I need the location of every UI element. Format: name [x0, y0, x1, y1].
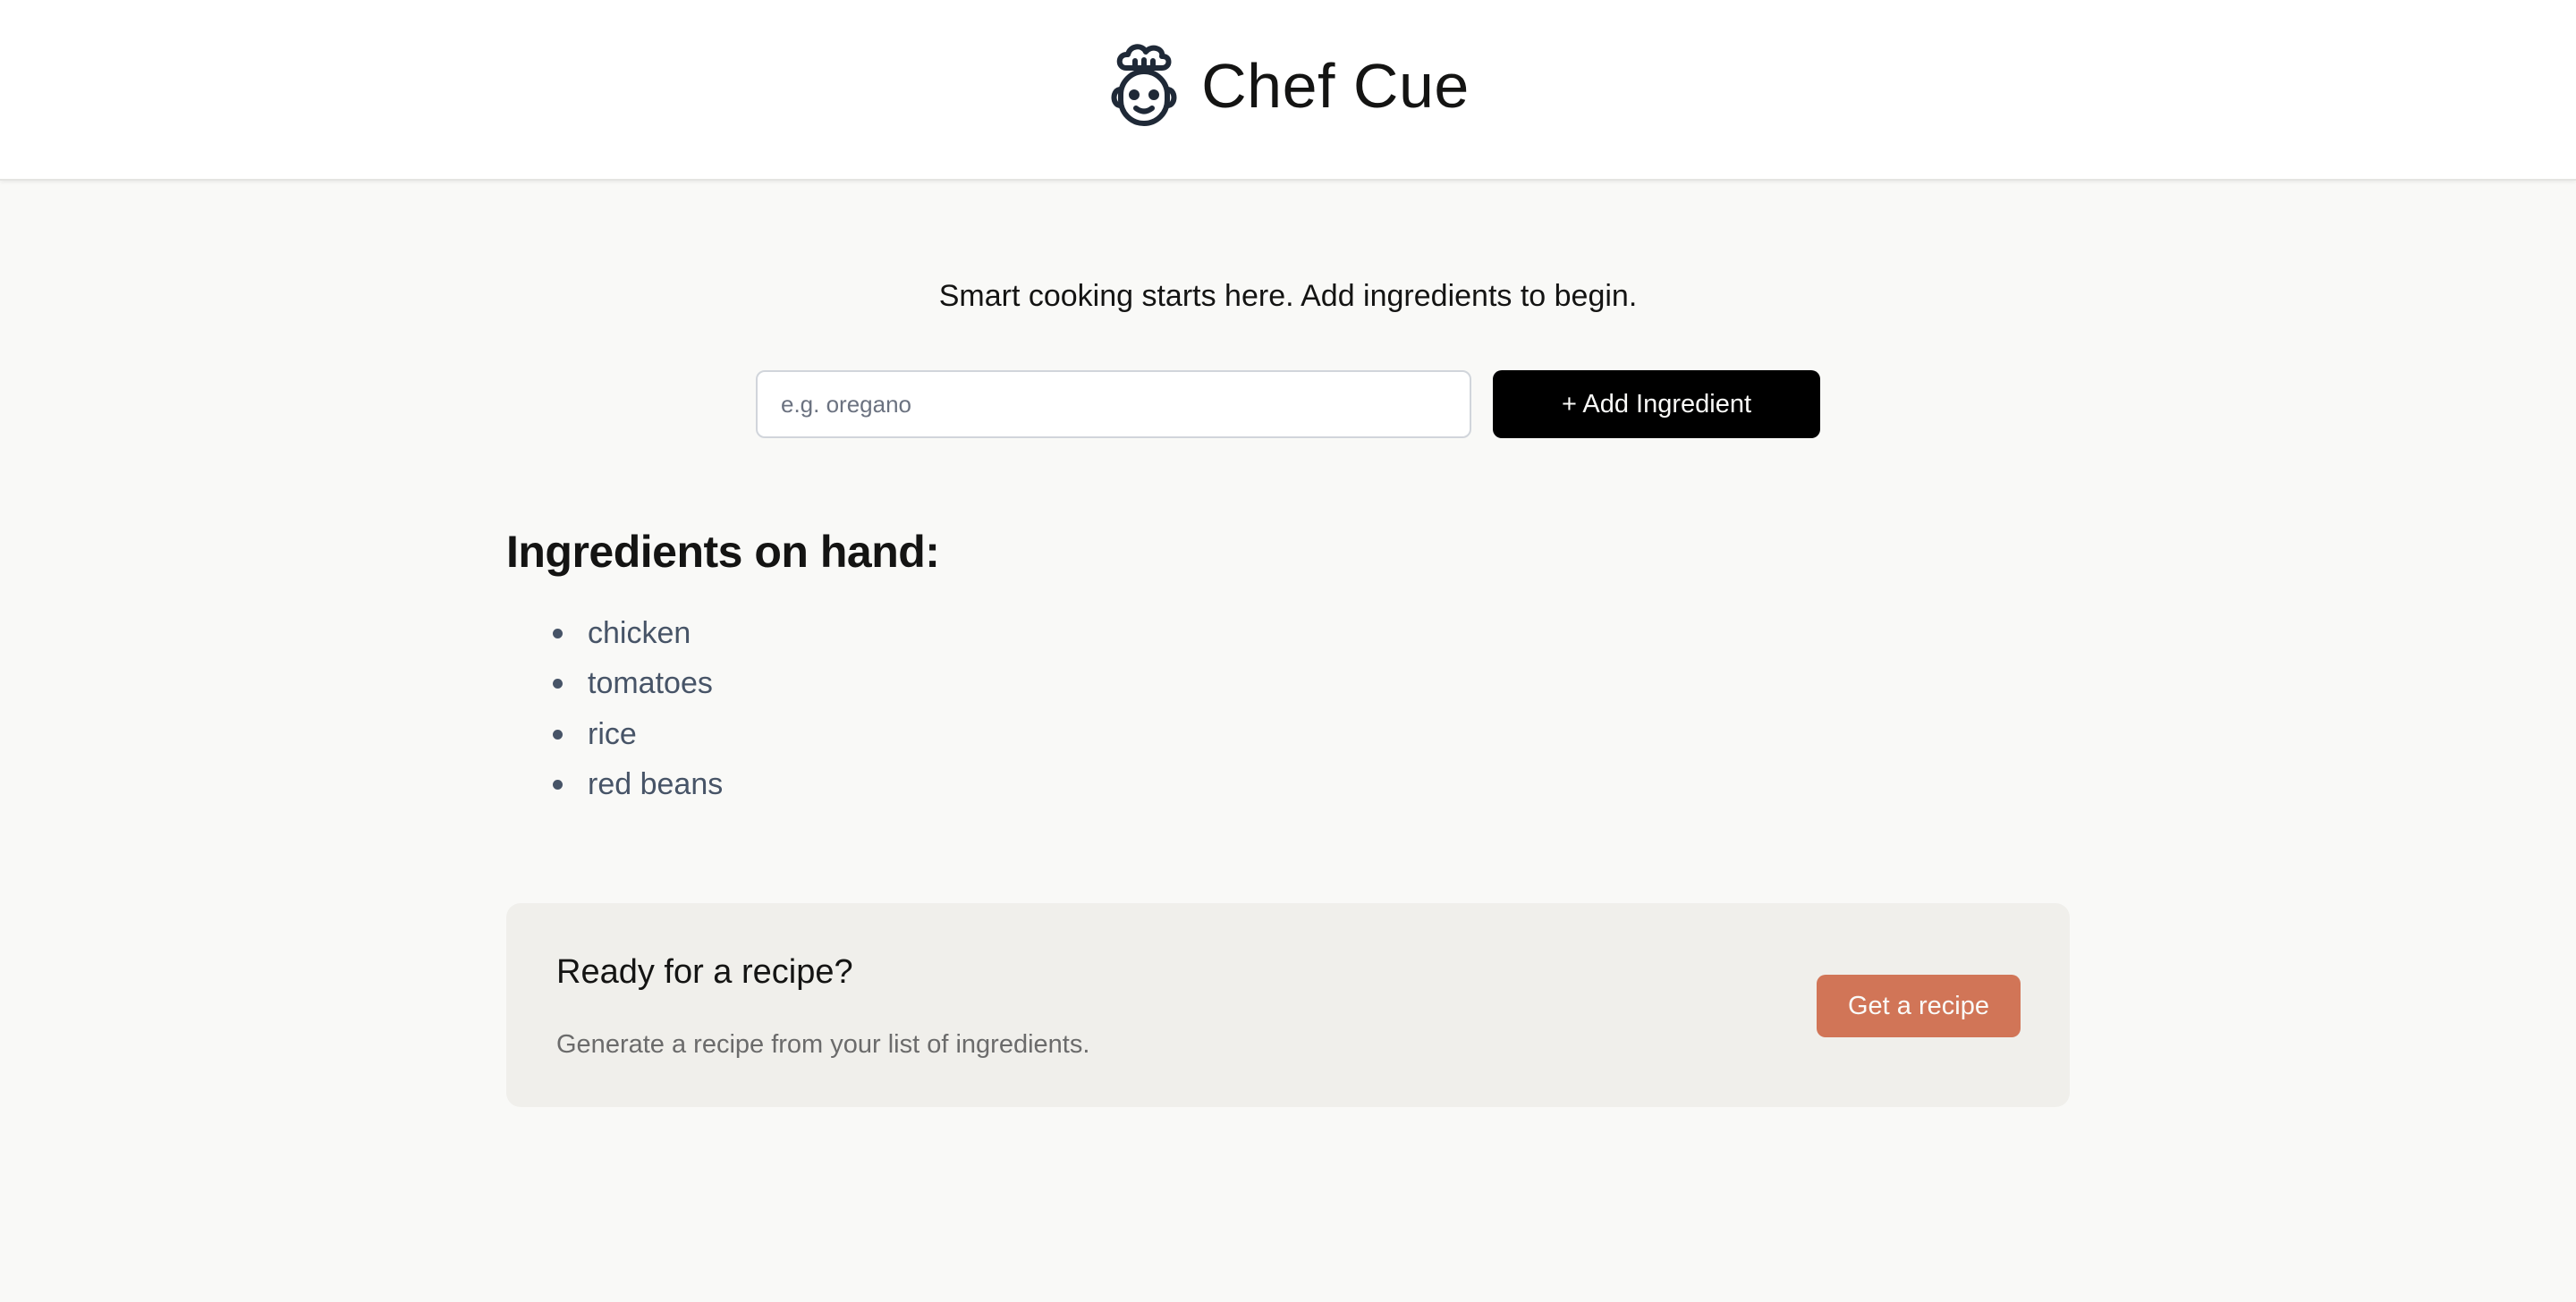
ingredient-list: chicken tomatoes rice red beans	[506, 608, 939, 810]
ingredient-label: red beans	[588, 767, 724, 802]
list-item: tomatoes	[506, 659, 939, 710]
recipe-card-description: Generate a recipe from your list of ingr…	[556, 1030, 1090, 1059]
list-item: red beans	[506, 760, 939, 811]
bullet-icon	[553, 628, 563, 638]
bullet-icon	[553, 729, 563, 740]
get-recipe-card: Ready for a recipe? Generate a recipe fr…	[506, 903, 2070, 1107]
bullet-icon	[553, 679, 563, 689]
ingredient-input[interactable]	[756, 370, 1471, 438]
app-header: Chef Cue	[0, 0, 2576, 181]
chef-face-icon	[1106, 41, 1182, 131]
brand: Chef Cue	[1106, 41, 1470, 131]
ingredient-label: chicken	[588, 615, 691, 650]
ingredient-label: rice	[588, 716, 637, 751]
ingredients-heading: Ingredients on hand:	[506, 527, 940, 577]
add-ingredient-form: + Add Ingredient	[756, 370, 1820, 438]
ingredients-section: Ingredients on hand: chicken tomatoes ri…	[506, 526, 940, 810]
tagline: Smart cooking starts here. Add ingredien…	[938, 279, 1638, 313]
recipe-card-heading: Ready for a recipe?	[556, 953, 853, 991]
list-item: rice	[506, 709, 939, 760]
add-ingredient-button[interactable]: + Add Ingredient	[1493, 370, 1820, 438]
get-recipe-button[interactable]: Get a recipe	[1817, 975, 2021, 1037]
app-title: Chef Cue	[1201, 51, 1470, 121]
list-item: chicken	[506, 608, 939, 659]
bullet-icon	[553, 780, 563, 790]
ingredient-label: tomatoes	[588, 666, 713, 701]
